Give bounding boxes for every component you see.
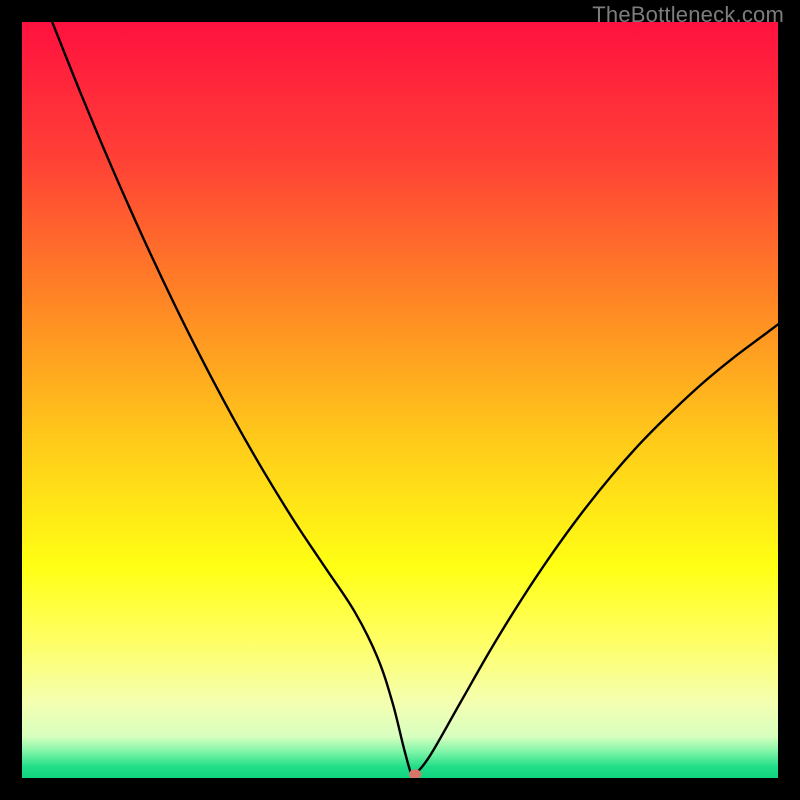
watermark-text: TheBottleneck.com xyxy=(592,2,784,28)
gradient-background xyxy=(22,22,778,778)
plot-svg xyxy=(22,22,778,778)
chart-frame: TheBottleneck.com xyxy=(0,0,800,800)
plot-area xyxy=(22,22,778,778)
